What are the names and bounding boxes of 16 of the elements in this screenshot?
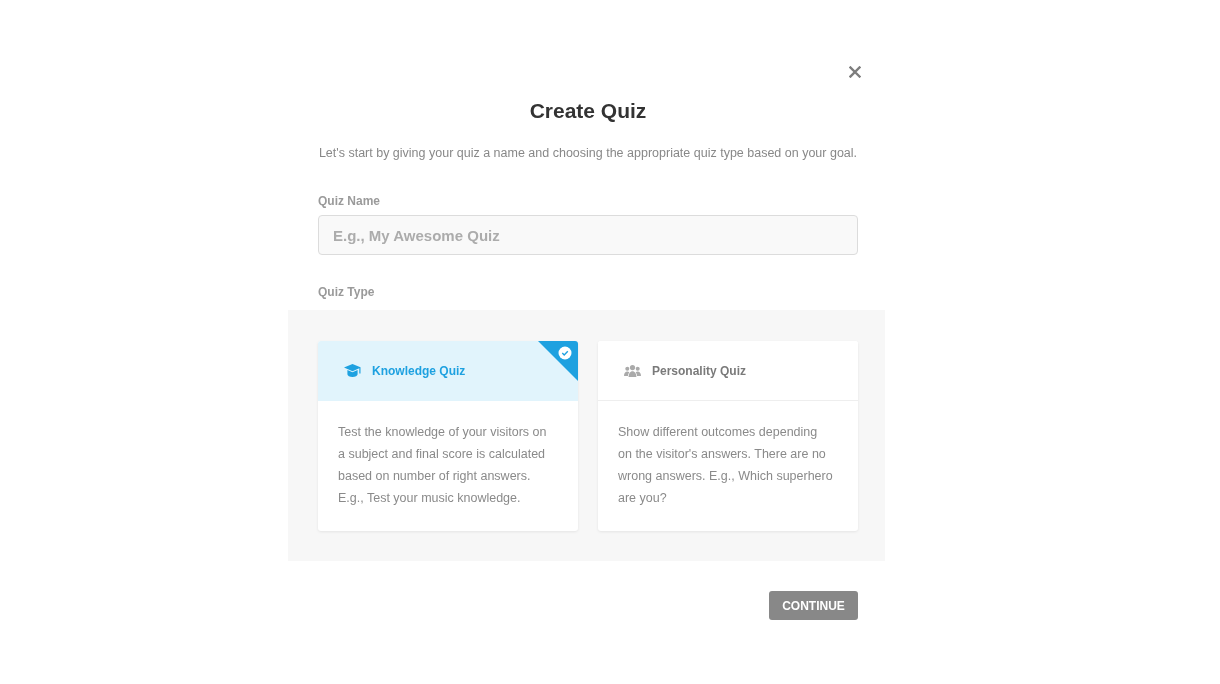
users-icon	[624, 364, 641, 377]
dialog-subtitle: Let's start by giving your quiz a name and choosing the appropriate quiz type based on your goal.	[317, 145, 859, 162]
close-icon[interactable]	[849, 66, 861, 78]
check-corner-icon	[538, 341, 578, 381]
continue-button[interactable]: CONTINUE	[769, 591, 858, 620]
quiz-name-input[interactable]: E.g., My Awesome Quiz	[318, 215, 858, 255]
card-description: Test the knowledge of your visitors on a subject and final score is calculated based on number of right answers. E.g., Test your music knowledge.	[337, 424, 548, 507]
quiz-name-label: Quiz Name	[318, 193, 380, 209]
card-title: Knowledge Quiz	[372, 363, 466, 378]
card-title: Personality Quiz	[652, 363, 747, 378]
quiz-type-label: Quiz Type	[318, 284, 375, 300]
graduation-cap-icon	[344, 364, 361, 377]
dialog-title: Create Quiz	[528, 98, 648, 124]
quiz-type-card[interactable]: Knowledge Quiz Test the knowledge of your visitors on a subject and final score is calculated based on number of right answers. E.g., Test your music knowledge.	[318, 341, 578, 531]
quiz-type-card[interactable]: Personality Quiz Show different outcomes depending on the visitor's answers. There are no wrong answers. E.g., Which superhero are you?	[598, 341, 858, 531]
card-description: Show different outcomes depending on the visitor's answers. There are no wrong answers. E.g., Which superhero are you?	[617, 424, 834, 507]
